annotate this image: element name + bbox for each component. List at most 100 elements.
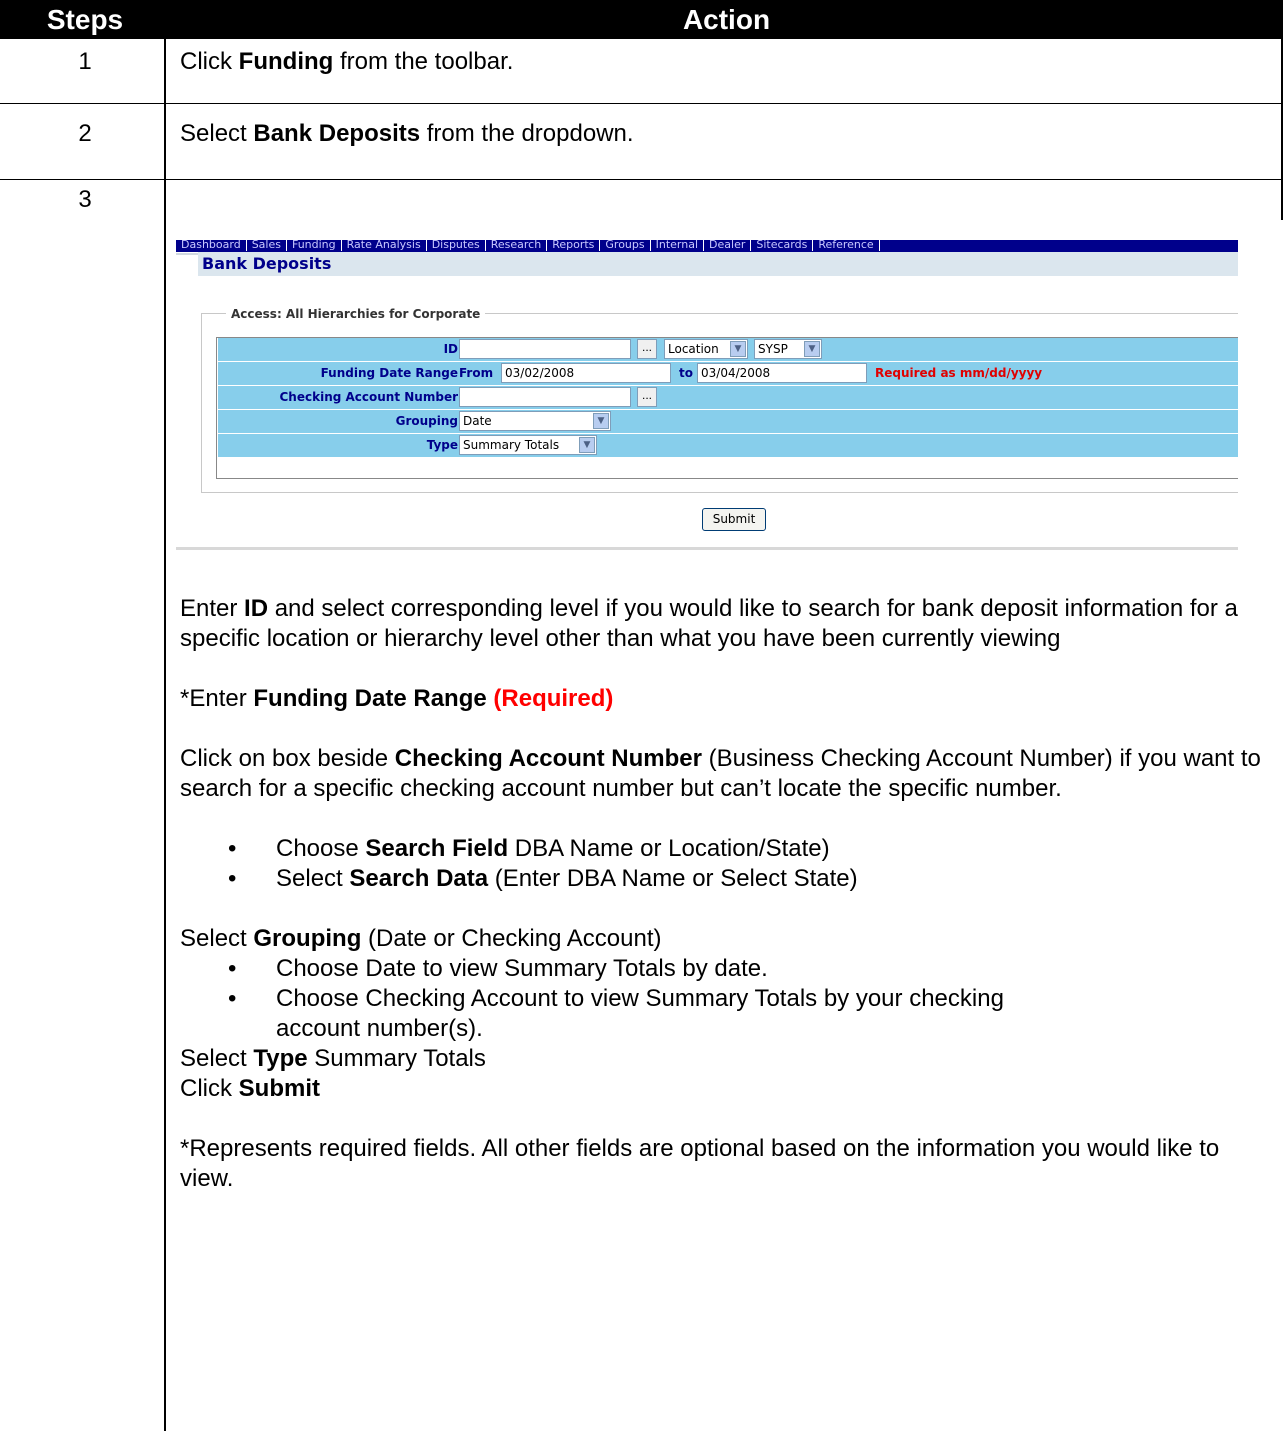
- bullet-icon: •: [228, 835, 237, 862]
- step-keyword: Bank Deposits: [253, 120, 421, 147]
- nav-item[interactable]: Disputes: [426, 240, 486, 251]
- instruction-keyword: Checking Account Number: [394, 745, 702, 772]
- nav-item[interactable]: Sales: [246, 240, 287, 251]
- column-divider: [164, 38, 166, 1431]
- bullet-icon: •: [228, 955, 237, 982]
- nav-item[interactable]: Funding: [286, 240, 342, 251]
- funding-date-row: Funding Date Range From 03/02/2008 to 03…: [218, 362, 1238, 386]
- nav-item[interactable]: Internal: [650, 240, 705, 251]
- nav-item[interactable]: Dealer: [704, 240, 752, 251]
- step-action: Select Bank Deposits from the dropdown.: [180, 120, 634, 148]
- required-marker: (Required): [493, 685, 614, 712]
- level-select[interactable]: Location ▼: [664, 339, 748, 359]
- id-lookup-button[interactable]: ...: [637, 339, 657, 359]
- instruction-text: Select: [180, 925, 254, 952]
- id-row: ID ... Location ▼ SYSP ▼: [218, 338, 1238, 362]
- instruction-keyword: Submit: [238, 1075, 320, 1102]
- type-row: Type Summary Totals ▼: [218, 434, 1238, 458]
- chevron-down-icon: ▼: [579, 437, 595, 453]
- step-action: Click Funding from the toolbar.: [180, 48, 513, 76]
- steps-column-header: Steps: [46, 4, 124, 35]
- instruction-text: and select corresponding level if you wo…: [180, 595, 1238, 652]
- checking-account-label: Checking Account Number: [279, 390, 459, 404]
- from-date-input[interactable]: 03/02/2008: [501, 363, 671, 383]
- required-note: Required as mm/dd/yyyy: [875, 366, 1043, 380]
- nav-item[interactable]: Rate Analysis: [341, 240, 427, 251]
- page-title: Bank Deposits: [198, 252, 1238, 276]
- type-select[interactable]: Summary Totals ▼: [459, 435, 597, 455]
- bullet-icon: •: [228, 865, 237, 892]
- row-divider: [0, 38, 1283, 39]
- toolbar: Dashboard Sales Funding Rate Analysis Disput…: [176, 240, 1238, 252]
- instruction-text: Choose: [276, 835, 366, 862]
- step-number: 2: [78, 120, 92, 147]
- checking-account-input[interactable]: [459, 387, 631, 407]
- list-item-text: account number(s).: [276, 1015, 483, 1042]
- instruction-text: (Enter DBA Name or Select State): [488, 865, 858, 892]
- step-keyword: Funding: [238, 48, 334, 75]
- type-select-value: Summary Totals: [463, 438, 560, 452]
- bank-deposits-screenshot: Dashboard Sales Funding Rate Analysis Disput…: [176, 240, 1238, 558]
- grouping-select-value: Date: [463, 414, 492, 428]
- nav-item[interactable]: Reports: [547, 240, 601, 251]
- search-form: ID ... Location ▼ SYSP ▼ Funding Date Ra…: [216, 337, 1238, 479]
- to-date-input[interactable]: 03/04/2008: [697, 363, 867, 383]
- id-input[interactable]: [459, 339, 631, 359]
- list-item-text: Choose Checking Account to view Summary …: [276, 985, 1004, 1012]
- grouping-label: Grouping: [395, 414, 458, 428]
- to-label: to: [679, 366, 693, 380]
- step-text: from the dropdown.: [420, 120, 634, 147]
- list-item-text: Select Search Data (Enter DBA Name or Se…: [276, 864, 858, 894]
- nav-item[interactable]: Sitecards: [751, 240, 814, 251]
- action-column-header: Action: [682, 4, 771, 35]
- instruction-text: (Date or Checking Account): [361, 925, 662, 952]
- system-select[interactable]: SYSP ▼: [754, 339, 822, 359]
- chevron-down-icon: ▼: [730, 341, 746, 357]
- instruction-keyword: Search Field: [365, 835, 509, 862]
- checking-lookup-button[interactable]: ...: [637, 387, 657, 407]
- nav-item[interactable]: Research: [485, 240, 548, 251]
- grouping-row: Grouping Date ▼: [218, 410, 1238, 434]
- step-text: Click: [180, 48, 239, 75]
- system-select-value: SYSP: [758, 342, 788, 356]
- grouping-select[interactable]: Date ▼: [459, 411, 611, 431]
- instruction-text: Select: [180, 1045, 254, 1072]
- grouping-instructions: Select Grouping (Date or Checking Accoun…: [180, 924, 1270, 954]
- table-header: Steps Action: [0, 0, 1283, 38]
- step-number: 3: [78, 186, 92, 213]
- funding-instructions: *Enter Funding Date Range (Required): [180, 684, 1270, 714]
- instruction-text: Enter: [180, 595, 245, 622]
- instruction-keyword: Grouping: [253, 925, 362, 952]
- id-instructions: Enter ID and select corresponding level …: [180, 594, 1270, 654]
- instruction-keyword: Type: [253, 1045, 308, 1072]
- row-divider: [0, 179, 1283, 180]
- checking-instructions: Click on box beside Checking Account Num…: [180, 744, 1270, 804]
- id-label: ID: [443, 342, 458, 356]
- chevron-down-icon: ▼: [804, 341, 820, 357]
- nav-item[interactable]: Dashboard: [176, 240, 247, 251]
- submit-instructions: Click Submit: [180, 1074, 1270, 1104]
- list-item-text: Choose Search Field DBA Name or Location…: [276, 834, 830, 864]
- level-select-value: Location: [668, 342, 719, 356]
- type-label: Type: [426, 438, 458, 452]
- instruction-text: *Enter: [180, 685, 254, 712]
- row-divider: [0, 103, 1283, 104]
- type-instructions: Select Type Summary Totals: [180, 1044, 1270, 1074]
- nav-item[interactable]: Reference: [813, 240, 880, 251]
- step-text: Select: [180, 120, 254, 147]
- instruction-text: Select: [276, 865, 350, 892]
- step-number: 1: [78, 48, 92, 75]
- checking-account-row: Checking Account Number ...: [218, 386, 1238, 410]
- bullet-icon: •: [228, 985, 237, 1012]
- required-footnote: *Represents required fields. All other f…: [180, 1135, 1220, 1192]
- instruction-keyword: Search Data: [349, 865, 489, 892]
- access-legend: Access: All Hierarchies for Corporate: [226, 307, 486, 321]
- instruction-text: Click on box beside: [180, 745, 395, 772]
- list-item-text: Choose Date to view Summary Totals by da…: [276, 955, 768, 982]
- instruction-text: Click: [180, 1075, 239, 1102]
- nav-item[interactable]: Groups: [600, 240, 651, 251]
- instruction-keyword: Funding Date Range: [253, 685, 487, 712]
- bottom-divider: [176, 547, 1238, 550]
- submit-button[interactable]: Submit: [702, 508, 766, 531]
- instruction-keyword: ID: [244, 595, 269, 622]
